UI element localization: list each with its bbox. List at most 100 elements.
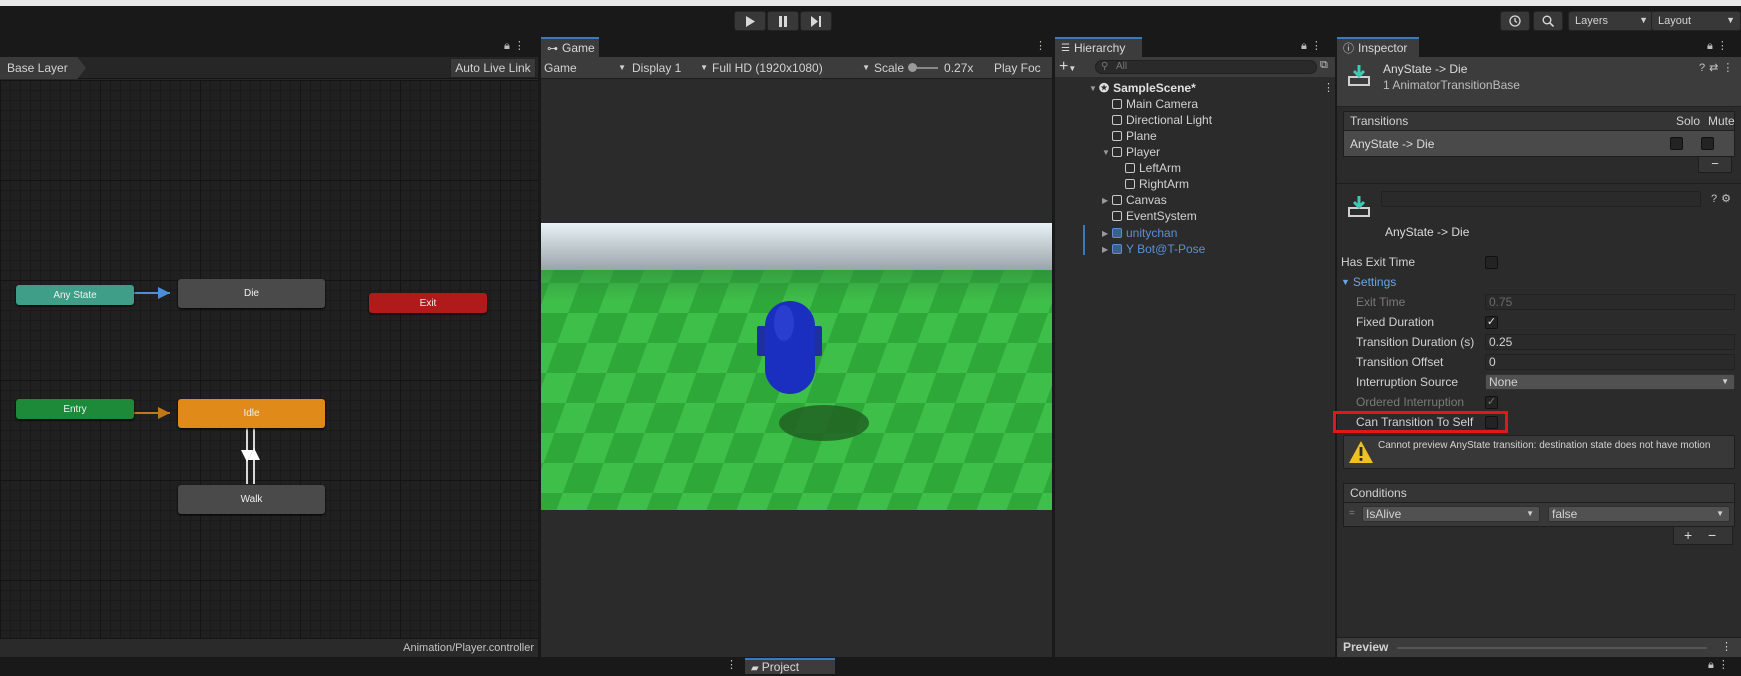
lock-icon[interactable]: 🔒︎⋮	[1301, 39, 1326, 53]
list-item[interactable]: Main Camera	[1112, 96, 1198, 112]
history-button[interactable]	[1500, 11, 1530, 31]
fixed-duration-label: Fixed Duration	[1356, 315, 1435, 329]
more-icon[interactable]: ⋮	[726, 658, 737, 671]
item-label: Plane	[1126, 129, 1157, 143]
list-item[interactable]: Directional Light	[1112, 112, 1212, 128]
tab-project[interactable]: ▰ Project	[745, 658, 835, 674]
solo-label: Solo	[1676, 114, 1701, 128]
more-icon[interactable]: ⋮	[1035, 39, 1050, 52]
conditions-header: Conditions	[1343, 483, 1735, 503]
interruption-source-dropdown[interactable]: None ▼	[1485, 374, 1735, 390]
drag-handle-icon[interactable]: =	[1349, 508, 1355, 519]
list-item[interactable]: RightArm	[1125, 176, 1189, 192]
game-tabbar: ⊶ Game ⋮	[541, 37, 1052, 57]
ordered-interruption-label: Ordered Interruption	[1356, 395, 1465, 409]
pause-button[interactable]	[767, 11, 799, 31]
animator-tabbar: 🔒︎⋮	[0, 37, 538, 57]
transition-offset-field[interactable]: 0	[1485, 354, 1735, 370]
transition-row[interactable]: AnyState -> Die	[1343, 131, 1735, 157]
help-gear-icons[interactable]: ?⚙	[1711, 192, 1735, 205]
tab-game[interactable]: ⊶ Game	[541, 37, 599, 57]
preview-divider	[1397, 647, 1707, 649]
add-condition-button[interactable]: +	[1684, 527, 1692, 543]
scale-track[interactable]	[908, 62, 939, 72]
node-exit[interactable]: Exit	[369, 293, 487, 313]
transition-lines	[134, 287, 260, 484]
scene-row[interactable]: ▼ ✪ SampleScene*	[1089, 80, 1319, 96]
layout-dropdown[interactable]: Layout ▼	[1651, 11, 1741, 31]
interruption-source-label: Interruption Source	[1356, 375, 1459, 389]
exit-time-field[interactable]: 0.75	[1485, 294, 1735, 310]
hierarchy-search-input[interactable]: ⚲ All	[1095, 60, 1317, 74]
search-button[interactable]	[1533, 11, 1563, 31]
transition-duration-field[interactable]: 0.25	[1485, 334, 1735, 350]
collapse-icon[interactable]: ▶	[1102, 229, 1112, 238]
node-entry[interactable]: Entry	[16, 399, 134, 419]
list-item[interactable]: Plane	[1112, 128, 1157, 144]
preview-label: Preview	[1343, 640, 1389, 654]
pause-icon	[779, 15, 787, 27]
remove-condition-button[interactable]: −	[1708, 527, 1716, 543]
list-item[interactable]: ▶ Canvas	[1102, 192, 1167, 208]
play-focused-dropdown[interactable]: Play Foc	[990, 61, 1049, 75]
collapse-icon[interactable]: ▶	[1102, 196, 1112, 205]
scale-thumb[interactable]	[908, 62, 918, 72]
transition-name-field[interactable]	[1381, 191, 1701, 207]
highlight-box	[1333, 411, 1508, 433]
animator-graph[interactable]: Any State Die Exit Entry Idle Walk	[0, 80, 538, 638]
fixed-duration-checkbox[interactable]: ✓	[1485, 316, 1498, 329]
expand-icon[interactable]: ▼	[1102, 148, 1112, 157]
remove-transition-button[interactable]: −	[1698, 157, 1732, 173]
add-button[interactable]: +▼	[1059, 57, 1085, 77]
has-exit-time-checkbox[interactable]	[1485, 256, 1498, 269]
breadcrumb-base-layer[interactable]: Base Layer	[0, 57, 86, 79]
chevron-down-icon: ▼	[1639, 15, 1648, 25]
game-viewport[interactable]	[541, 223, 1052, 510]
item-label: Player	[1126, 145, 1161, 159]
solo-checkbox[interactable]	[1670, 137, 1683, 150]
mute-label: Mute	[1708, 114, 1735, 128]
preview-bar[interactable]: Preview ⋮	[1337, 637, 1741, 657]
list-item[interactable]: ▶ Y Bot@T-Pose	[1102, 241, 1205, 257]
auto-live-link-button[interactable]: Auto Live Link	[450, 58, 536, 78]
display-label: Display 1	[632, 60, 682, 75]
gameobject-icon	[1125, 179, 1135, 189]
filter-icon[interactable]: ⧉	[1320, 59, 1328, 72]
resolution-dropdown[interactable]: Full HD (1920x1080) ▼	[712, 61, 874, 75]
tab-hierarchy[interactable]: ☰ Hierarchy	[1055, 37, 1142, 57]
list-item[interactable]: LeftArm	[1125, 160, 1181, 176]
list-item[interactable]: EventSystem	[1112, 208, 1197, 224]
condition-value-dropdown[interactable]: false ▼	[1548, 506, 1730, 522]
layers-dropdown[interactable]: Layers ▼	[1568, 11, 1654, 31]
node-die[interactable]: Die	[178, 279, 325, 308]
scale-value: 0.27x	[944, 60, 974, 75]
scale-slider[interactable]: Scale 0.27x	[874, 61, 990, 75]
more-icon[interactable]: ⋮	[1323, 81, 1334, 94]
list-item[interactable]: ▶ unitychan	[1102, 225, 1177, 241]
exit-time-row: Exit Time	[1356, 293, 1405, 311]
tab-inspector[interactable]: ⓘ Inspector	[1337, 37, 1419, 57]
lock-icon[interactable]: 🔒︎⋮	[1707, 39, 1732, 53]
help-settings-icons[interactable]: ?⇄⋮	[1699, 61, 1737, 74]
node-walk[interactable]: Walk	[178, 485, 325, 514]
expand-icon[interactable]: ▼	[1089, 84, 1099, 93]
ordered-interruption-checkbox[interactable]: ✓	[1485, 396, 1498, 409]
step-button[interactable]	[800, 11, 832, 31]
inspector-panel: ⓘ Inspector 🔒︎⋮ AnyState -> Die 1 Animato…	[1333, 37, 1741, 657]
game-mode-dropdown[interactable]: Game ▼	[541, 61, 632, 75]
play-button[interactable]	[734, 11, 766, 31]
mute-checkbox[interactable]	[1701, 137, 1714, 150]
condition-parameter-dropdown[interactable]: IsAlive ▼	[1362, 506, 1540, 522]
lock-icon[interactable]: 🔒︎⋮	[504, 39, 529, 53]
lock-icon[interactable]: 🔒︎⋮	[1708, 658, 1733, 672]
gameobject-icon	[1112, 115, 1122, 125]
settings-foldout[interactable]: ▼ Settings	[1341, 273, 1396, 291]
node-idle[interactable]: Idle	[178, 399, 325, 428]
warning-helpbox: Cannot preview AnyState transition: dest…	[1343, 435, 1735, 469]
display-dropdown[interactable]: Display 1 ▼	[632, 61, 712, 75]
list-item[interactable]: ▼ Player	[1102, 144, 1160, 160]
more-icon[interactable]: ⋮	[1721, 638, 1732, 657]
collapse-icon[interactable]: ▶	[1102, 245, 1112, 254]
node-any-state[interactable]: Any State	[16, 285, 134, 305]
layers-label: Layers	[1575, 15, 1609, 27]
